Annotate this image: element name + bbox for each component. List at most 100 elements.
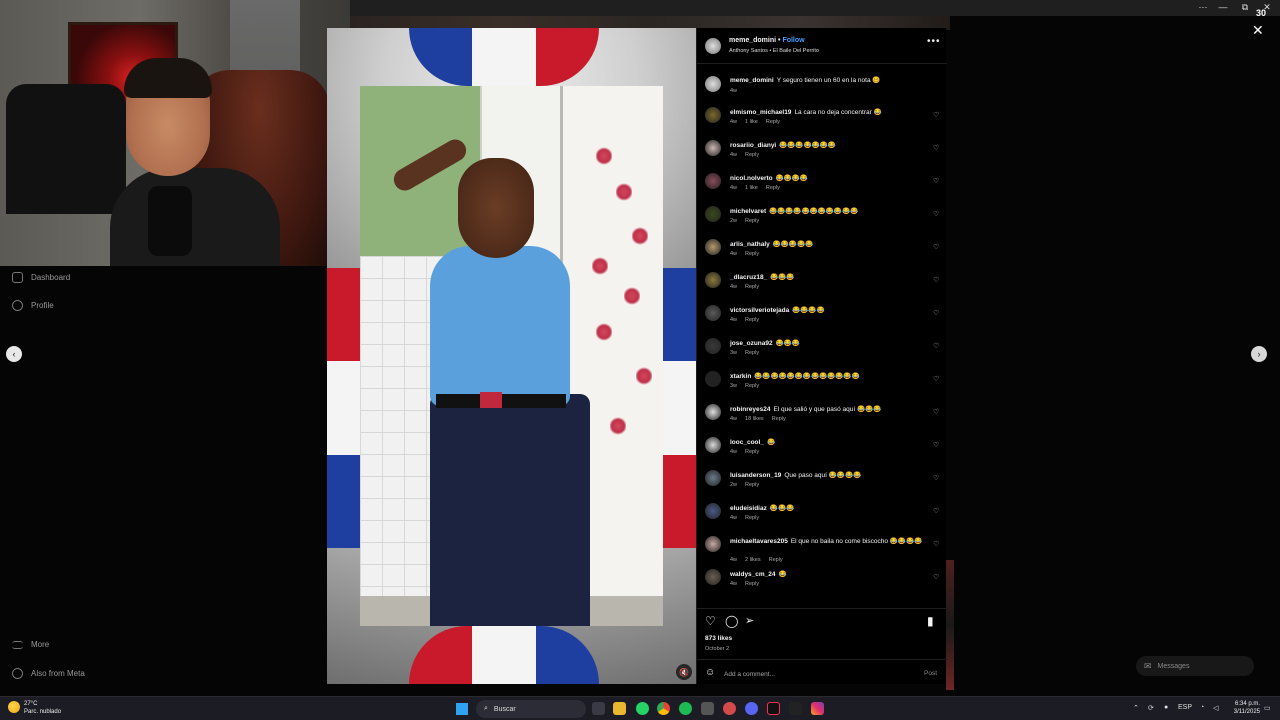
avatar[interactable] (705, 239, 721, 255)
reply-button[interactable]: Reply (766, 119, 780, 125)
reply-button[interactable]: Reply (745, 284, 759, 290)
comment-username[interactable]: _dlacruz18_ (730, 274, 767, 281)
like-comment-heart-icon[interactable]: ♡ (933, 441, 939, 449)
comment-username[interactable]: luisanderson_19 (730, 472, 781, 479)
next-post-button[interactable]: › (1251, 346, 1267, 362)
comment-likes[interactable]: 18 likes (745, 416, 764, 422)
reply-button[interactable]: Reply (772, 416, 786, 422)
avatar[interactable] (705, 305, 721, 321)
previous-post-button[interactable]: ‹ (6, 346, 22, 362)
comment-username[interactable]: victorsilveriotejada (730, 307, 789, 314)
comment-icon[interactable]: ◯ (725, 614, 738, 628)
reply-button[interactable]: Reply (745, 581, 759, 587)
like-comment-heart-icon[interactable]: ♡ (933, 474, 939, 482)
comment-likes[interactable]: 1 like (745, 185, 758, 191)
like-comment-heart-icon[interactable]: ♡ (933, 507, 939, 515)
notifications-icon[interactable]: ▭ (1264, 704, 1271, 712)
close-icon[interactable]: ✕ (1252, 22, 1264, 39)
video-frame[interactable] (360, 86, 663, 626)
reply-button[interactable]: Reply (769, 557, 783, 563)
like-comment-heart-icon[interactable]: ♡ (933, 210, 939, 218)
tiktok-icon[interactable] (767, 702, 780, 715)
avatar[interactable] (705, 503, 721, 519)
post-media[interactable]: 🔇 (327, 28, 696, 684)
wifi-icon[interactable]: ◔ (1200, 704, 1204, 711)
sidebar-item-profile[interactable]: Profile (12, 300, 54, 311)
heart-icon[interactable]: ♡ (705, 614, 716, 628)
like-comment-heart-icon[interactable]: ♡ (933, 375, 939, 383)
more-options-icon[interactable]: ⋯ (1192, 2, 1214, 13)
tray-overflow-icon[interactable]: ⌃ (1133, 704, 1139, 712)
likes-count[interactable]: 873 likes (705, 635, 732, 642)
avatar[interactable] (705, 569, 721, 585)
comment-username[interactable]: rosariio_dianyi (730, 142, 776, 149)
comment-username[interactable]: michelvaret (730, 208, 766, 215)
obs-icon[interactable] (723, 702, 736, 715)
minimize-button[interactable]: — (1212, 2, 1234, 12)
network-icon[interactable]: ⟳ (1148, 704, 1154, 712)
chrome-icon[interactable] (657, 702, 670, 715)
comment-likes[interactable]: 1 like (745, 119, 758, 125)
like-comment-heart-icon[interactable]: ♡ (933, 408, 939, 416)
comment-username[interactable]: robinreyes24 (730, 406, 770, 413)
volume-icon[interactable]: ◁ (1213, 704, 1218, 712)
like-comment-heart-icon[interactable]: ♡ (933, 243, 939, 251)
taskbar-clock[interactable]: 6:34 p.m. 3/11/2025 (1226, 700, 1260, 716)
mute-icon[interactable]: 🔇 (676, 664, 692, 680)
audio-link[interactable]: Anthony Santos • El Baile Del Perrito (729, 48, 819, 54)
app-icon[interactable] (701, 702, 714, 715)
sidebar-item-also-from-meta[interactable]: Also from Meta (12, 668, 85, 679)
post-button[interactable]: Post (924, 670, 937, 677)
avatar[interactable] (705, 371, 721, 387)
mic-icon[interactable]: ● (1164, 704, 1168, 711)
comment-likes[interactable]: 2 likes (745, 557, 761, 563)
emoji-icon[interactable]: ☺ (705, 667, 715, 678)
reply-button[interactable]: Reply (745, 383, 759, 389)
avatar[interactable] (705, 38, 721, 54)
reply-button[interactable]: Reply (745, 251, 759, 257)
comment-username[interactable]: michaeltavares205 (730, 538, 788, 545)
like-comment-heart-icon[interactable]: ♡ (933, 573, 939, 581)
avatar[interactable] (705, 338, 721, 354)
avatar[interactable] (705, 76, 721, 92)
reply-button[interactable]: Reply (745, 449, 759, 455)
messages-button[interactable]: ✉ Messages (1136, 656, 1254, 676)
file-explorer-icon[interactable] (613, 702, 626, 715)
caption-username[interactable]: meme_domini (730, 77, 774, 84)
spotify-icon[interactable] (679, 702, 692, 715)
like-comment-heart-icon[interactable]: ♡ (933, 177, 939, 185)
reply-button[interactable]: Reply (745, 482, 759, 488)
like-comment-heart-icon[interactable]: ♡ (933, 309, 939, 317)
avatar[interactable] (705, 206, 721, 222)
whatsapp-icon[interactable] (636, 702, 649, 715)
avatar[interactable] (705, 173, 721, 189)
reply-button[interactable]: Reply (745, 152, 759, 158)
bf-app-icon[interactable] (789, 702, 802, 715)
follow-button[interactable]: Follow (782, 37, 804, 44)
instagram-icon[interactable] (811, 702, 824, 715)
sidebar-item-dashboard[interactable]: Dashboard (12, 272, 70, 283)
reply-button[interactable]: Reply (745, 515, 759, 521)
comment-username[interactable]: elmismo_michael19 (730, 109, 791, 116)
avatar[interactable] (705, 140, 721, 156)
like-comment-heart-icon[interactable]: ♡ (933, 342, 939, 350)
reply-button[interactable]: Reply (745, 218, 759, 224)
reply-button[interactable]: Reply (766, 185, 780, 191)
avatar[interactable] (705, 107, 721, 123)
add-comment-input[interactable] (724, 668, 914, 680)
bookmark-icon[interactable]: ▮ (927, 614, 934, 628)
avatar[interactable] (705, 536, 721, 552)
avatar[interactable] (705, 437, 721, 453)
reply-button[interactable]: Reply (745, 350, 759, 356)
post-username[interactable]: meme_domini (729, 37, 776, 44)
restore-button[interactable]: ⧉ (1234, 2, 1256, 13)
share-icon[interactable]: ➢ (745, 614, 754, 627)
like-comment-heart-icon[interactable]: ♡ (933, 144, 939, 152)
comment-username[interactable]: looc_cool_ (730, 439, 764, 446)
comment-username[interactable]: xtarkin (730, 373, 751, 380)
task-view-icon[interactable] (592, 702, 605, 715)
avatar[interactable] (705, 272, 721, 288)
language-indicator[interactable]: ESP (1178, 704, 1192, 711)
avatar[interactable] (705, 404, 721, 420)
comment-username[interactable]: arlis_nathaly (730, 241, 770, 248)
